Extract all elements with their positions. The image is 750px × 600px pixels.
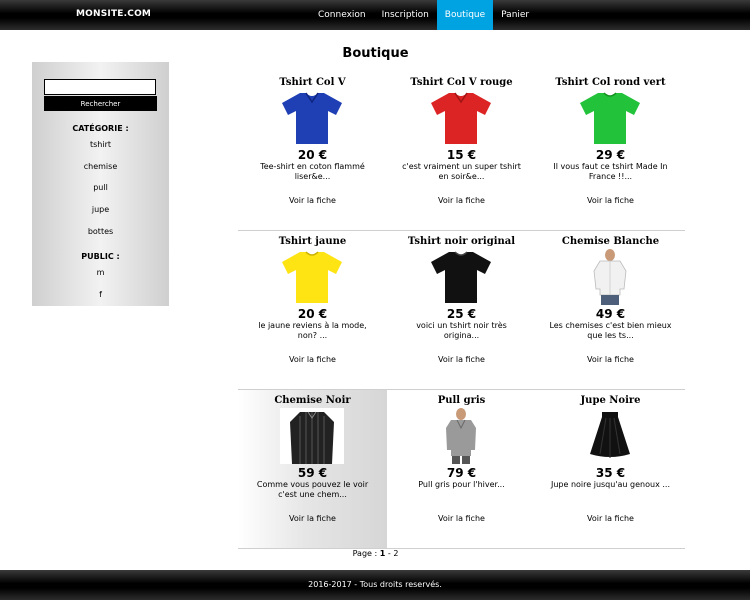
category-link-tshirt[interactable]: tshirt (32, 140, 169, 149)
view-product-link[interactable]: Voir la fiche (536, 355, 685, 364)
product-price: 20 € (297, 148, 328, 162)
view-product-link[interactable]: Voir la fiche (387, 355, 536, 364)
product-title: Chemise Noir (274, 395, 351, 406)
blue-tshirt-image[interactable] (280, 90, 344, 146)
category-link-pull[interactable]: pull (32, 183, 169, 192)
product-grid: Tshirt Col V 20 € Tee-shirt en coton fla… (238, 72, 685, 549)
view-product-link[interactable]: Voir la fiche (238, 514, 387, 523)
view-product-link[interactable]: Voir la fiche (387, 196, 536, 205)
product-description: Il vous faut ce tshirt Made In France !!… (553, 162, 668, 181)
footer: 2016-2017 - Tous droits reservés. (0, 570, 750, 600)
product-price: 79 € (446, 466, 477, 480)
top-navbar: MONSITE.COM Connexion Inscription Boutiq… (0, 0, 750, 30)
nav-inscription[interactable]: Inscription (374, 0, 437, 30)
view-product-link[interactable]: Voir la fiche (536, 196, 685, 205)
view-product-link[interactable]: Voir la fiche (238, 196, 387, 205)
product-description: c'est vraiment un super tshirt en soir&e… (402, 162, 521, 181)
product-price: 15 € (446, 148, 477, 162)
category-link-jupe[interactable]: jupe (32, 205, 169, 214)
nav-connexion[interactable]: Connexion (310, 0, 374, 30)
product-title: Pull gris (437, 395, 486, 406)
grey-pullover-model-image[interactable] (429, 408, 493, 464)
product-price: 20 € (297, 307, 328, 321)
product-card: Chemise Blanche 49 € Les chemises c'est … (536, 231, 685, 389)
red-tshirt-image[interactable] (429, 90, 493, 146)
product-description: Pull gris pour l'hiver... (418, 480, 505, 489)
page-link-2[interactable]: 2 (393, 549, 398, 558)
yellow-tshirt-image[interactable] (280, 249, 344, 305)
product-title: Tshirt Col V (279, 77, 346, 88)
product-title: Tshirt Col V rouge (410, 77, 513, 88)
product-price: 35 € (595, 466, 626, 480)
black-skirt-image[interactable] (578, 408, 642, 464)
category-heading: CATÉGORIE : (72, 124, 129, 133)
product-title: Jupe Noire (580, 395, 641, 406)
product-description: Les chemises c'est bien mieux que les ts… (549, 321, 672, 340)
public-link-m[interactable]: m (32, 268, 169, 277)
pagination-separator: - (387, 549, 391, 558)
product-description: Tee-shirt en coton flammé liser&e... (260, 162, 365, 181)
current-page: 1 (379, 549, 386, 558)
view-product-link[interactable]: Voir la fiche (387, 514, 536, 523)
product-description: Comme vous pouvez le voir c'est une chem… (256, 480, 369, 499)
nav-panier[interactable]: Panier (493, 0, 537, 30)
page-title: Boutique (342, 46, 409, 61)
product-title: Tshirt jaune (278, 236, 347, 247)
product-description: le jaune reviens à la mode, non? ... (258, 321, 367, 340)
search-input[interactable] (44, 79, 156, 95)
product-card: Jupe Noire 35 € Jupe noire jusqu'au geno… (536, 390, 685, 548)
green-tshirt-image[interactable] (578, 90, 642, 146)
product-description: Jupe noire jusqu'au genoux ... (550, 480, 670, 489)
footer-copyright: 2016-2017 - Tous droits reservés. (308, 580, 442, 589)
product-card: Pull gris 79 € Pull gris pour l'hiver...… (387, 390, 536, 548)
product-price: 49 € (595, 307, 626, 321)
product-title: Chemise Blanche (561, 236, 660, 247)
public-heading: PUBLIC : (81, 252, 120, 261)
product-card: Tshirt Col V 20 € Tee-shirt en coton fla… (238, 72, 387, 230)
search-button[interactable]: Rechercher (44, 96, 157, 111)
view-product-link[interactable]: Voir la fiche (238, 355, 387, 364)
product-price: 25 € (446, 307, 477, 321)
product-description: voici un tshirt noir très origina... (416, 321, 507, 340)
product-row: Tshirt jaune 20 € le jaune reviens à la … (238, 231, 685, 390)
view-product-link[interactable]: Voir la fiche (536, 514, 685, 523)
product-title: Tshirt noir original (407, 236, 516, 247)
main-nav: Connexion Inscription Boutique Panier (310, 0, 537, 30)
sidebar: Rechercher CATÉGORIE : tshirt chemise pu… (32, 62, 169, 306)
nav-boutique[interactable]: Boutique (436, 0, 494, 30)
product-card: Tshirt jaune 20 € le jaune reviens à la … (238, 231, 387, 389)
category-link-bottes[interactable]: bottes (32, 227, 169, 236)
public-link-f[interactable]: f (32, 290, 169, 299)
pagination: Page : 1 - 2 (238, 549, 513, 558)
category-link-chemise[interactable]: chemise (32, 162, 169, 171)
product-card: Tshirt Col V rouge 15 € c'est vraiment u… (387, 72, 536, 230)
black-shirt-image[interactable] (280, 408, 344, 464)
white-shirt-model-image[interactable] (578, 249, 642, 305)
product-card: Tshirt noir original 25 € voici un tshir… (387, 231, 536, 389)
product-card: Chemise Noir 59 € Comme vous pouvez le v… (238, 390, 387, 548)
product-row: Chemise Noir 59 € Comme vous pouvez le v… (238, 390, 685, 549)
product-price: 59 € (297, 466, 328, 480)
product-row: Tshirt Col V 20 € Tee-shirt en coton fla… (238, 72, 685, 231)
product-card: Tshirt Col rond vert 29 € Il vous faut c… (536, 72, 685, 230)
product-title: Tshirt Col rond vert (555, 77, 666, 88)
pagination-label: Page : (352, 549, 378, 558)
black-tshirt-image[interactable] (429, 249, 493, 305)
site-logo[interactable]: MONSITE.COM (76, 9, 151, 19)
product-price: 29 € (595, 148, 626, 162)
